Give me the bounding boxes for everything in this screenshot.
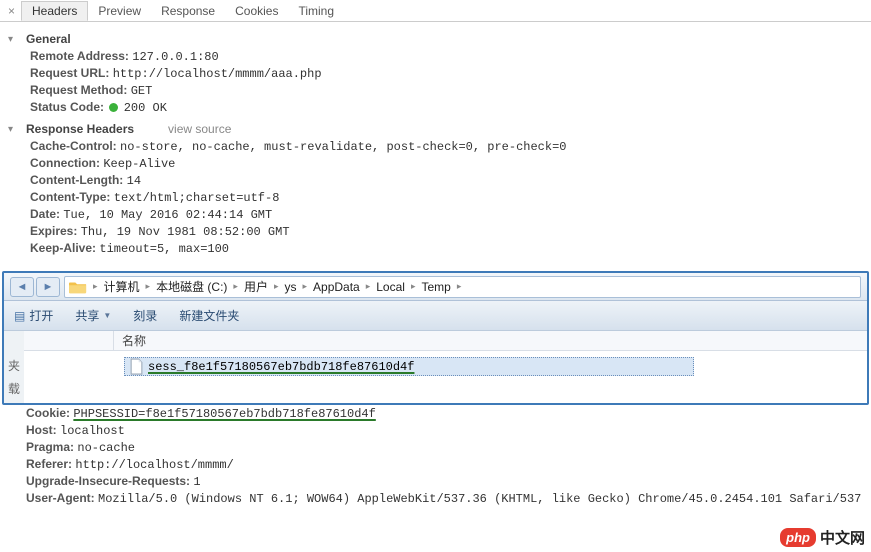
upgrade-label: Upgrade-Insecure-Requests:	[26, 474, 190, 488]
status-code-value: 200 OK	[124, 101, 167, 115]
keep-alive-label: Keep-Alive:	[30, 241, 96, 255]
referer-value: http://localhost/mmmm/	[75, 458, 233, 472]
crumb-users[interactable]: 用户	[240, 278, 272, 295]
collapse-icon[interactable]: ▾	[8, 34, 16, 45]
keep-alive-value: timeout=5, max=100	[99, 242, 229, 256]
request-url-value: http://localhost/mmmm/aaa.php	[113, 67, 322, 81]
chevron-right-icon: ▸	[231, 281, 240, 292]
chevron-right-icon: ▸	[272, 281, 281, 292]
section-title-general: General	[26, 32, 71, 46]
remote-address-value: 127.0.0.1:80	[132, 50, 218, 64]
chevron-right-icon: ▸	[364, 281, 373, 292]
tab-headers[interactable]: Headers	[21, 1, 88, 21]
windows-explorer-window: ◄ ► ▸ 计算机 ▸ 本地磁盘 (C:) ▸ 用户 ▸ ys ▸ AppDat…	[2, 271, 869, 405]
upgrade-value: 1	[193, 475, 200, 489]
crumb-local[interactable]: Local	[372, 280, 409, 294]
cache-control-label: Cache-Control:	[30, 139, 117, 153]
devtools-tabs: × Headers Preview Response Cookies Timin…	[0, 0, 871, 22]
chevron-down-icon: ▼	[103, 311, 111, 320]
pragma-label: Pragma:	[26, 440, 74, 454]
toolbar-open[interactable]: ▤ 打开	[14, 307, 53, 324]
connection-value: Keep-Alive	[103, 157, 175, 171]
status-code-label: Status Code:	[30, 100, 104, 114]
user-agent-label: User-Agent:	[26, 491, 95, 505]
tab-preview[interactable]: Preview	[88, 2, 151, 20]
section-general: ▾ General Remote Address: 127.0.0.1:80 R…	[8, 32, 863, 116]
referer-label: Referer:	[26, 457, 72, 471]
request-url-label: Request URL:	[30, 66, 109, 80]
watermark: php 中文网	[780, 527, 865, 548]
cookie-value: PHPSESSID=f8e1f57180567eb7bdb718fe87610d…	[73, 407, 375, 421]
content-length-label: Content-Length:	[30, 173, 123, 187]
list-item[interactable]: sess_f8e1f57180567eb7bdb718fe87610d4f	[124, 357, 694, 376]
toolbar-share[interactable]: 共享 ▼	[75, 307, 111, 324]
column-name[interactable]: 名称	[114, 332, 867, 349]
host-label: Host:	[26, 423, 57, 437]
crumb-ys[interactable]: ys	[280, 280, 300, 294]
request-method-value: GET	[131, 84, 153, 98]
watermark-text: 中文网	[820, 527, 865, 548]
nav-forward-button[interactable]: ►	[36, 277, 60, 297]
host-value: localhost	[60, 424, 125, 438]
chevron-right-icon: ▸	[455, 281, 464, 292]
breadcrumb[interactable]: ▸ 计算机 ▸ 本地磁盘 (C:) ▸ 用户 ▸ ys ▸ AppData ▸ …	[64, 276, 861, 298]
chevron-right-icon: ▸	[409, 281, 418, 292]
close-icon[interactable]: ×	[2, 4, 21, 18]
watermark-logo: php	[780, 528, 816, 547]
tab-cookies[interactable]: Cookies	[225, 2, 288, 20]
toolbar-newfolder[interactable]: 新建文件夹	[179, 307, 239, 324]
pragma-value: no-cache	[77, 441, 135, 455]
tab-response[interactable]: Response	[151, 2, 225, 20]
chevron-right-icon: ▸	[300, 281, 309, 292]
crumb-appdata[interactable]: AppData	[309, 280, 364, 294]
collapse-icon[interactable]: ▾	[8, 124, 16, 135]
file-icon	[129, 359, 144, 374]
chevron-right-icon: ▸	[144, 281, 153, 292]
explorer-addressbar: ◄ ► ▸ 计算机 ▸ 本地磁盘 (C:) ▸ 用户 ▸ ys ▸ AppDat…	[4, 273, 867, 301]
cache-control-value: no-store, no-cache, must-revalidate, pos…	[120, 140, 566, 154]
column-headers: 名称	[24, 331, 867, 351]
crumb-temp[interactable]: Temp	[417, 280, 454, 294]
nav-back-button[interactable]: ◄	[10, 277, 34, 297]
content-type-value: text/html;charset=utf-8	[114, 191, 280, 205]
date-value: Tue, 10 May 2016 02:44:14 GMT	[63, 208, 272, 222]
expires-value: Thu, 19 Nov 1981 08:52:00 GMT	[81, 225, 290, 239]
file-name: sess_f8e1f57180567eb7bdb718fe87610d4f	[148, 360, 414, 374]
expires-label: Expires:	[30, 224, 77, 238]
folder-icon	[69, 279, 87, 295]
tab-timing[interactable]: Timing	[288, 2, 344, 20]
content-type-label: Content-Type:	[30, 190, 110, 204]
section-request-headers-continued: Cookie: PHPSESSID=f8e1f57180567eb7bdb718…	[0, 403, 871, 515]
section-title-response-headers: Response Headers	[26, 122, 134, 136]
toolbar-burn[interactable]: 刻录	[133, 307, 157, 324]
connection-label: Connection:	[30, 156, 100, 170]
content-length-value: 14	[127, 174, 141, 188]
status-dot-icon	[109, 103, 118, 112]
crumb-localdisk[interactable]: 本地磁盘 (C:)	[152, 278, 231, 295]
headers-panel: ▾ General Remote Address: 127.0.0.1:80 R…	[0, 22, 871, 265]
date-label: Date:	[30, 207, 60, 221]
chevron-right-icon: ▸	[91, 281, 100, 292]
remote-address-label: Remote Address:	[30, 49, 129, 63]
view-source-link[interactable]: view source	[168, 122, 231, 136]
sidebar-fragment: 夹 载	[4, 331, 24, 403]
request-method-label: Request Method:	[30, 83, 127, 97]
user-agent-value: Mozilla/5.0 (Windows NT 6.1; WOW64) Appl…	[98, 492, 863, 506]
explorer-toolbar: ▤ 打开 共享 ▼ 刻录 新建文件夹	[4, 301, 867, 331]
crumb-computer[interactable]: 计算机	[100, 278, 144, 295]
cookie-label: Cookie:	[26, 406, 70, 420]
section-response-headers: ▾ Response Headers view source Cache-Con…	[8, 122, 863, 257]
